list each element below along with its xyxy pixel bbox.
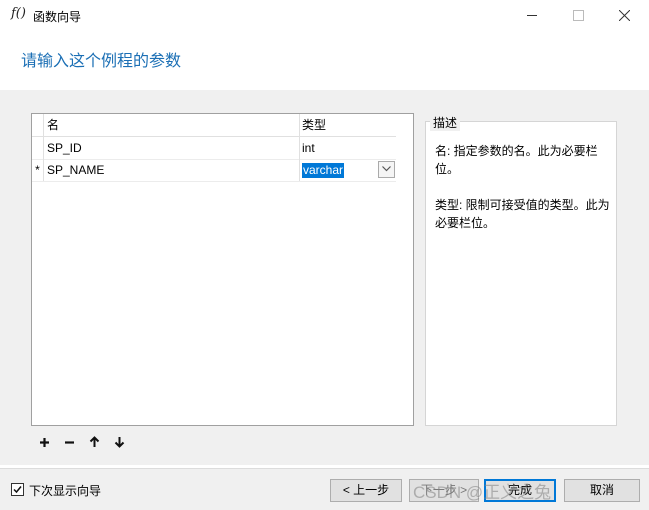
grid-toolbar	[36, 434, 128, 450]
table-row[interactable]: SP_ID int	[32, 137, 396, 160]
column-header-type[interactable]: 类型	[300, 114, 396, 136]
remove-parameter-button[interactable]	[61, 434, 78, 450]
minimize-button[interactable]	[509, 0, 555, 30]
show-wizard-label[interactable]: 下次显示向导	[29, 482, 101, 499]
description-name-help: 名: 指定参数的名。此为必要栏位。	[435, 144, 598, 176]
arrow-up-icon	[89, 436, 100, 447]
previous-button[interactable]: < 上一步	[330, 479, 402, 502]
param-type-cell[interactable]: int	[300, 137, 396, 159]
page-heading: 请输入这个例程的参数	[21, 53, 182, 70]
param-type-select[interactable]: varchar	[300, 159, 396, 181]
type-dropdown-button[interactable]	[378, 161, 395, 178]
grid-header-row: 名 类型	[32, 114, 396, 137]
move-up-button[interactable]	[86, 434, 103, 450]
move-down-button[interactable]	[111, 434, 128, 450]
header-indicator-cell	[32, 114, 44, 136]
description-text: 名: 指定参数的名。此为必要栏位。 类型: 限制可接受值的类型。此为必要栏位。	[435, 142, 610, 250]
minus-icon	[65, 440, 74, 444]
function-icon: f()	[11, 6, 26, 21]
close-icon	[618, 9, 630, 21]
table-row[interactable]: * SP_NAME varchar	[32, 159, 396, 182]
plus-icon	[40, 437, 49, 447]
param-name-cell[interactable]: SP_ID	[44, 137, 300, 159]
checkmark-icon	[13, 486, 22, 494]
close-button[interactable]	[601, 0, 647, 30]
chevron-down-icon	[382, 166, 391, 172]
minimize-icon	[527, 14, 537, 16]
cancel-button[interactable]: 取消	[564, 479, 640, 502]
row-indicator: *	[32, 159, 44, 181]
column-header-name[interactable]: 名	[44, 114, 300, 136]
param-name-cell[interactable]: SP_NAME	[44, 159, 300, 181]
watermark: CSDN @正义之兔	[413, 483, 552, 502]
show-wizard-checkbox[interactable]	[11, 483, 24, 496]
grid-header-corner	[396, 114, 413, 136]
maximize-button[interactable]	[555, 0, 601, 30]
title-bar: f() 函数向导	[0, 0, 649, 30]
maximize-icon	[572, 9, 584, 21]
add-parameter-button[interactable]	[36, 434, 53, 450]
row-indicator	[32, 137, 44, 159]
description-type-help: 类型: 限制可接受值的类型。此为必要栏位。	[435, 198, 610, 230]
description-title: 描述	[430, 114, 461, 131]
parameter-grid[interactable]: 名 类型 SP_ID int * SP_NAME varchar	[31, 113, 414, 426]
param-type-value: varchar	[302, 163, 345, 178]
window-title: 函数向导	[33, 10, 82, 24]
arrow-down-icon	[114, 437, 125, 448]
